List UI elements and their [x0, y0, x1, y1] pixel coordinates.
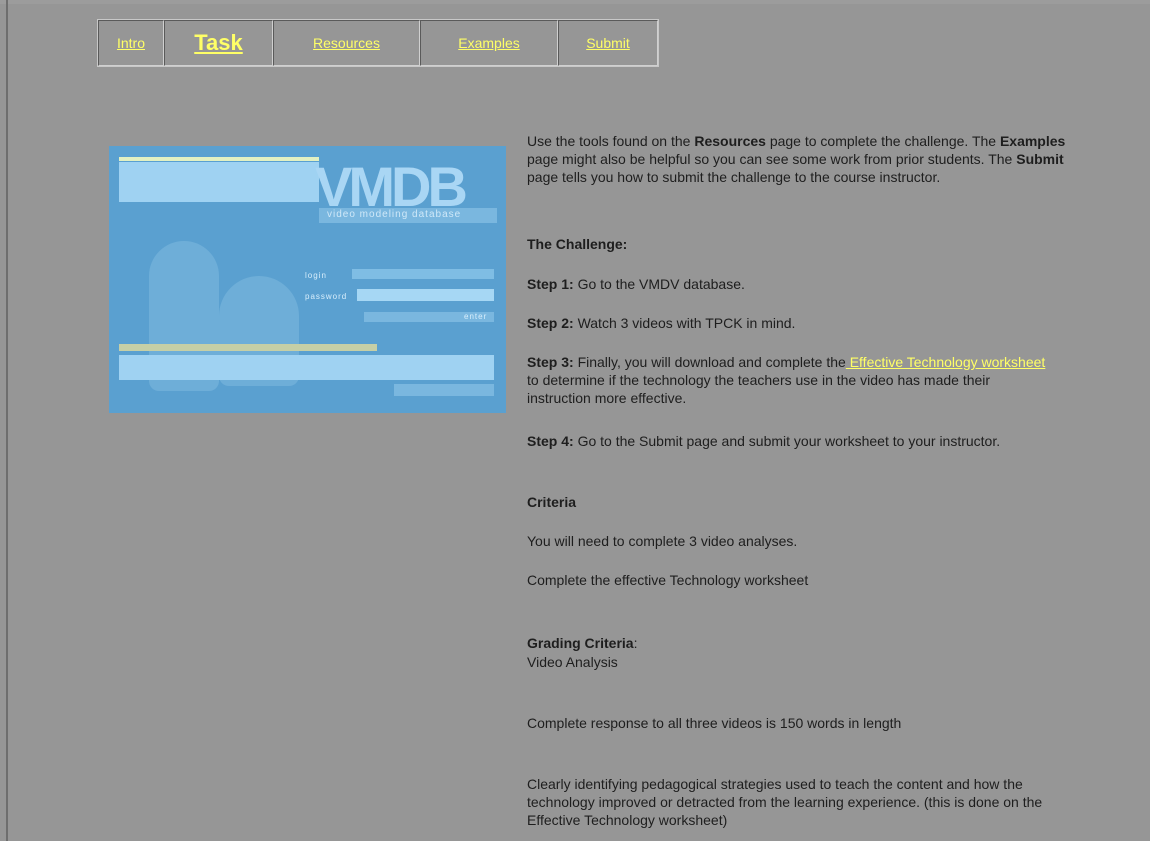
- tab-task[interactable]: Task: [164, 20, 273, 66]
- intro-examples-bold: Examples: [999, 133, 1066, 149]
- effective-technology-worksheet-link[interactable]: Effective Technology worksheet: [846, 354, 1046, 370]
- step-4: Step 4: Go to the Submit page and submit…: [527, 432, 1047, 450]
- intro-text-g: page tells you how to submit the challen…: [527, 169, 941, 185]
- tab-examples[interactable]: Examples: [420, 20, 558, 66]
- step-4-text: Go to the Submit page and submit your wo…: [573, 433, 1001, 449]
- left-rule: [6, 0, 8, 841]
- intro-text-e: page might also be helpful so you can se…: [527, 151, 1017, 167]
- login-field: [352, 269, 494, 279]
- intro-text-a: Use the tools found on the: [527, 133, 695, 149]
- hero-band: [119, 162, 319, 202]
- step-2-text: Watch 3 videos with TPCK in mind.: [573, 315, 796, 331]
- step-1-text: Go to the VMDV database.: [573, 276, 745, 292]
- login-label: login: [305, 271, 327, 280]
- password-label: password: [305, 292, 348, 301]
- grading-line-1: Complete response to all three videos is…: [527, 715, 902, 731]
- step-3-text-b: to determine if the technology the teach…: [527, 372, 991, 406]
- step-2-label: Step 2:: [527, 315, 574, 331]
- step-3-text-a: Finally, you will download and complete …: [573, 354, 846, 370]
- grading-colon: :: [633, 635, 638, 651]
- intro-text-c: page to complete the challenge. The: [765, 133, 1000, 149]
- step-3-label: Step 3:: [527, 354, 574, 370]
- hero-band-bottom-b: [119, 355, 494, 380]
- criteria-line-1: You will need to complete 3 video analys…: [527, 533, 798, 549]
- grading-subheading: Video Analysis: [527, 654, 618, 670]
- tab-intro[interactable]: Intro: [98, 20, 164, 66]
- tab-navigation: Intro Task Resources Examples Submit: [97, 19, 659, 67]
- password-field: [357, 289, 494, 301]
- grading-line-2: Clearly identifying pedagogical strategi…: [527, 776, 1043, 828]
- step-4-label: Step 4:: [527, 433, 574, 449]
- criteria-heading: Criteria: [527, 494, 577, 510]
- step-1-label: Step 1:: [527, 276, 574, 292]
- hero-band-bottom-a: [119, 344, 377, 351]
- grading-heading-bold: Grading Criteria: [527, 635, 634, 651]
- top-rule: [0, 0, 1150, 4]
- tab-submit[interactable]: Submit: [558, 20, 658, 66]
- hero-band-bottom-c: [394, 384, 494, 396]
- intro-resources-bold: Resources: [694, 133, 766, 149]
- vmdb-illustration: VMDB video modeling database login passw…: [109, 146, 506, 413]
- step-1: Step 1: Go to the VMDV database.: [527, 275, 1072, 293]
- step-3: Step 3: Finally, you will download and c…: [527, 353, 1047, 407]
- tagline: video modeling database: [327, 209, 462, 220]
- grading-heading: Grading Criteria:: [527, 634, 1072, 652]
- intro-paragraph: Use the tools found on the Resources pag…: [527, 132, 1072, 186]
- intro-submit-bold: Submit: [1016, 151, 1064, 167]
- challenge-heading: The Challenge:: [527, 236, 628, 252]
- tab-resources[interactable]: Resources: [273, 20, 420, 66]
- step-2: Step 2: Watch 3 videos with TPCK in mind…: [527, 314, 1072, 332]
- criteria-line-2: Complete the effective Technology worksh…: [527, 572, 809, 588]
- hero-top-line: [119, 157, 319, 161]
- enter-label: enter: [464, 312, 488, 321]
